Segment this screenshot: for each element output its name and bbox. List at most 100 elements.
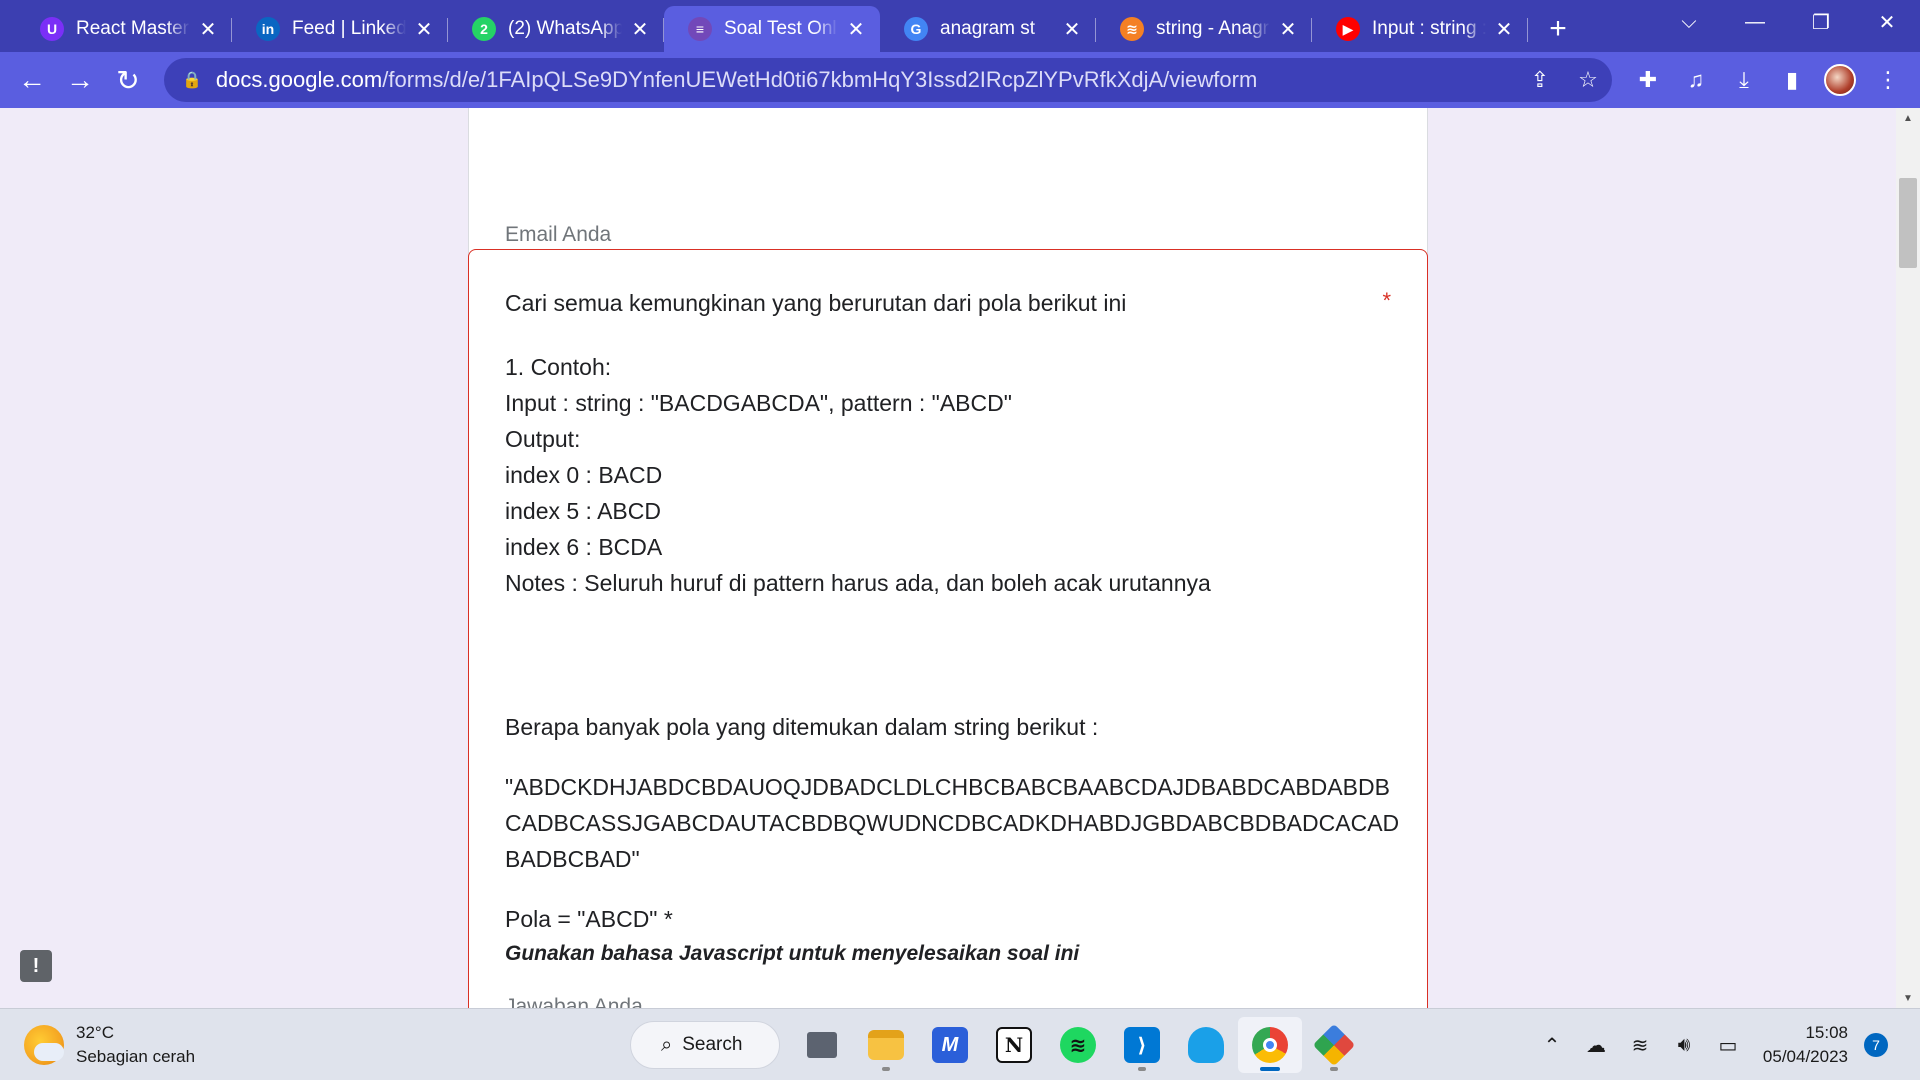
tab-title: Feed | LinkedIn — [292, 18, 406, 39]
example-line: Input : string : "BACDGABCDA", pattern :… — [505, 390, 1012, 416]
tab-search-icon[interactable]: ⌵ — [1656, 0, 1722, 44]
reload-button[interactable]: ↻ — [104, 56, 152, 104]
weather-widget[interactable]: 32°C Sebagian cerah — [24, 1021, 195, 1069]
new-tab-button[interactable]: + — [1534, 6, 1582, 52]
page-scrollbar[interactable]: ▲ ▼ — [1896, 108, 1920, 1008]
email-input[interactable] — [505, 217, 949, 247]
notion-button[interactable]: N — [982, 1017, 1046, 1073]
question-prompt: Berapa banyak pola yang ditemukan dalam … — [505, 714, 1099, 740]
stackoverflow-icon: ≋ — [1120, 17, 1144, 41]
chrome-button[interactable] — [1238, 1017, 1302, 1073]
back-button[interactable]: ← — [8, 56, 56, 104]
url-text[interactable]: docs.google.com/forms/d/e/1FAIpQLSe9DYnf… — [216, 67, 1516, 93]
pattern-line: Pola = "ABCD" * — [505, 906, 673, 932]
scrollbar-thumb[interactable] — [1899, 178, 1917, 268]
tab-close-icon[interactable]: ✕ — [1492, 17, 1516, 41]
linkedin-icon: in — [256, 17, 280, 41]
task-view-icon — [807, 1032, 837, 1058]
example-line: index 0 : BACD — [505, 462, 663, 488]
clock-date: 05/04/2023 — [1762, 1047, 1848, 1066]
tab-close-icon[interactable]: ✕ — [628, 17, 652, 41]
volume-icon[interactable]: 🔊︎ — [1662, 1021, 1706, 1069]
browser-tab[interactable]: ≋ string - Anagra ✕ — [1096, 6, 1312, 52]
task-view-button[interactable] — [790, 1017, 854, 1073]
tab-close-icon[interactable]: ✕ — [196, 17, 220, 41]
answer-input[interactable]: Jawaban Anda — [505, 995, 643, 1008]
windows-logo-icon — [571, 1028, 606, 1063]
example-line: index 5 : ABCD — [505, 498, 661, 524]
tab-title: Input : string : — [1372, 18, 1486, 39]
notification-badge[interactable]: 7 — [1864, 1033, 1888, 1057]
folder-icon — [868, 1030, 904, 1060]
tab-separator — [1527, 18, 1528, 42]
git-tool-icon — [1312, 1023, 1356, 1067]
tab-title: React Mastercla — [76, 18, 190, 39]
battery-icon[interactable]: ▭ — [1706, 1021, 1750, 1069]
tab-title: string - Anagra — [1156, 18, 1270, 39]
browser-tab[interactable]: 2 (2) WhatsApp ✕ — [448, 6, 664, 52]
toolbar-actions: ✚ ♫ ⤓ ▮ ⋮ — [1624, 56, 1912, 104]
bookmark-star-icon[interactable]: ☆ — [1564, 58, 1612, 102]
file-explorer-button[interactable] — [854, 1017, 918, 1073]
example-line: Notes : Seluruh huruf di pattern harus a… — [505, 570, 1211, 596]
chevron-up-icon[interactable]: ⌃ — [1530, 1021, 1574, 1069]
profile-avatar-button[interactable] — [1816, 56, 1864, 104]
forward-button[interactable]: → — [56, 56, 104, 104]
spotify-icon: ≋ — [1060, 1027, 1096, 1063]
menu-kebab-icon[interactable]: ⋮ — [1864, 56, 1912, 104]
browser-tab[interactable]: in Feed | LinkedIn ✕ — [232, 6, 448, 52]
restore-button[interactable]: ❐ — [1788, 0, 1854, 44]
u-circle-icon: U — [40, 17, 64, 41]
hint-text: Gunakan bahasa Javascript untuk menyeles… — [505, 942, 1080, 965]
tab-close-icon[interactable]: ✕ — [844, 17, 868, 41]
window-controls: ⌵ — ❐ ✕ — [1656, 0, 1920, 44]
sequence-string: "ABDCKDHJABDCBDAUOQJDBADCLDLCHBCBABCBAAB… — [505, 769, 1400, 877]
vscode-button[interactable]: ⟩ — [1110, 1017, 1174, 1073]
taskbar-search[interactable]: ⌕ Search — [630, 1021, 780, 1069]
tab-close-icon[interactable]: ✕ — [1060, 17, 1084, 41]
chrome-icon — [1252, 1027, 1288, 1063]
browser-tab[interactable]: Ganagram st ✕ — [880, 6, 1096, 52]
partly-sunny-icon — [24, 1025, 64, 1065]
spotify-button[interactable]: ≋ — [1046, 1017, 1110, 1073]
download-icon[interactable]: ⤓ — [1720, 56, 1768, 104]
question-title: Cari semua kemungkinan yang berurutan da… — [505, 290, 1127, 316]
start-button[interactable] — [556, 1017, 620, 1073]
example-line: index 6 : BCDA — [505, 534, 663, 560]
scroll-down-icon[interactable]: ▼ — [1896, 988, 1920, 1008]
clock[interactable]: 15:08 05/04/2023 — [1752, 1021, 1848, 1069]
vscode-icon: ⟩ — [1124, 1027, 1160, 1063]
media-queue-icon[interactable]: ♫ — [1672, 56, 1720, 104]
close-window-button[interactable]: ✕ — [1854, 0, 1920, 44]
address-bar[interactable]: 🔒 docs.google.com/forms/d/e/1FAIpQLSe9DY… — [164, 58, 1612, 102]
sequence-line: BADBCBAD" — [505, 846, 640, 872]
app-blue-button[interactable] — [1174, 1017, 1238, 1073]
tab-close-icon[interactable]: ✕ — [412, 17, 436, 41]
browser-tab[interactable]: ≡ Soal Test Onlin ✕ — [664, 6, 880, 52]
git-tool-button[interactable] — [1302, 1017, 1366, 1073]
report-issue-icon[interactable]: ! — [20, 950, 52, 982]
m-logo-icon: M — [932, 1027, 968, 1063]
tab-title: (2) WhatsApp — [508, 18, 622, 39]
tab-close-icon[interactable]: ✕ — [1276, 17, 1300, 41]
side-panel-icon[interactable]: ▮ — [1768, 56, 1816, 104]
clock-time: 15:08 — [1805, 1023, 1848, 1042]
scroll-up-icon[interactable]: ▲ — [1896, 108, 1920, 128]
avatar — [1824, 64, 1856, 96]
share-icon[interactable]: ⇪ — [1516, 58, 1564, 102]
google-forms-icon: ≡ — [688, 17, 712, 41]
minimize-button[interactable]: — — [1722, 0, 1788, 44]
youtube-icon: ▶ — [1336, 17, 1360, 41]
browser-toolbar: ← → ↻ 🔒 docs.google.com/forms/d/e/1FAIpQ… — [0, 52, 1920, 108]
editor-app-button[interactable]: M — [918, 1017, 982, 1073]
wifi-icon[interactable]: ≋ — [1618, 1021, 1662, 1069]
onedrive-cloud-icon[interactable]: ☁ — [1574, 1021, 1618, 1069]
sequence-line: CADBCASSJGABCDAUTACBDBQWUDNCDBCADKDHABDJ… — [505, 810, 1400, 836]
sequence-line: "ABDCKDHJABDCBDAUOQJDBADCLDLCHBCBABCBAAB… — [505, 774, 1390, 800]
browser-tab[interactable]: ▶ Input : string : ✕ — [1312, 6, 1528, 52]
extensions-icon[interactable]: ✚ — [1624, 56, 1672, 104]
elephant-app-icon — [1188, 1027, 1224, 1063]
example-line: 1. Contoh: — [505, 354, 612, 380]
tab-title: anagram st — [940, 18, 1036, 39]
browser-tab[interactable]: U React Mastercla ✕ — [16, 6, 232, 52]
